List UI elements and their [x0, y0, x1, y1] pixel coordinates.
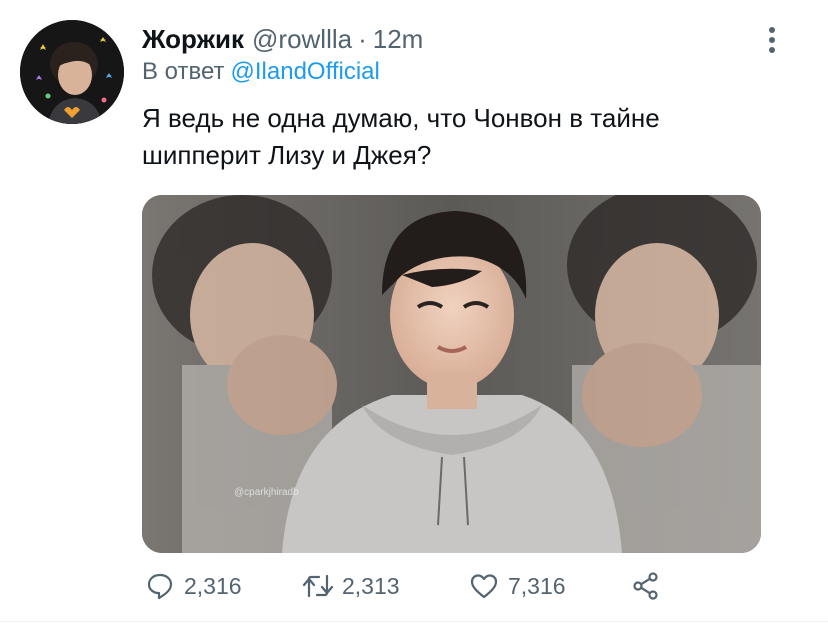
share-icon — [630, 570, 662, 602]
share-button[interactable] — [630, 566, 662, 606]
retweet-count: 2,313 — [342, 572, 400, 599]
photo-watermark: @cparkjhiradb — [234, 487, 299, 498]
more-vertical-icon — [769, 27, 775, 53]
reply-button[interactable]: 2,316 — [144, 566, 242, 606]
avatar[interactable] — [20, 20, 124, 124]
reply-count: 2,316 — [184, 572, 242, 599]
tweet-header: Жоржик @rowllla · 12m — [142, 22, 423, 56]
reply-mention-link[interactable]: @IlandOfficial — [231, 58, 380, 85]
heart-icon — [468, 570, 500, 602]
more-options-button[interactable] — [752, 22, 792, 58]
reply-icon — [144, 570, 176, 602]
tweet-photo[interactable]: @cparkjhiradb — [142, 195, 761, 553]
tweet: Жоржик @rowllla · 12m В ответ @IlandOffic… — [0, 0, 828, 622]
reply-label: В ответ — [142, 58, 225, 85]
author-display-name[interactable]: Жоржик — [142, 24, 244, 55]
reply-context: В ответ @IlandOfficial — [142, 58, 380, 86]
tweet-actions: 2,316 2,313 7,316 — [142, 566, 702, 606]
like-button[interactable]: 7,316 — [468, 566, 566, 606]
author-handle[interactable]: @rowllla — [252, 24, 352, 55]
tweet-timestamp[interactable]: 12m — [373, 24, 424, 55]
retweet-button[interactable]: 2,313 — [302, 566, 400, 606]
separator-dot: · — [358, 23, 367, 54]
tweet-divider — [0, 621, 828, 622]
retweet-icon — [302, 570, 334, 602]
like-count: 7,316 — [508, 572, 566, 599]
tweet-text: Я ведь не одна думаю, что Чонвон в тайне… — [142, 103, 660, 170]
